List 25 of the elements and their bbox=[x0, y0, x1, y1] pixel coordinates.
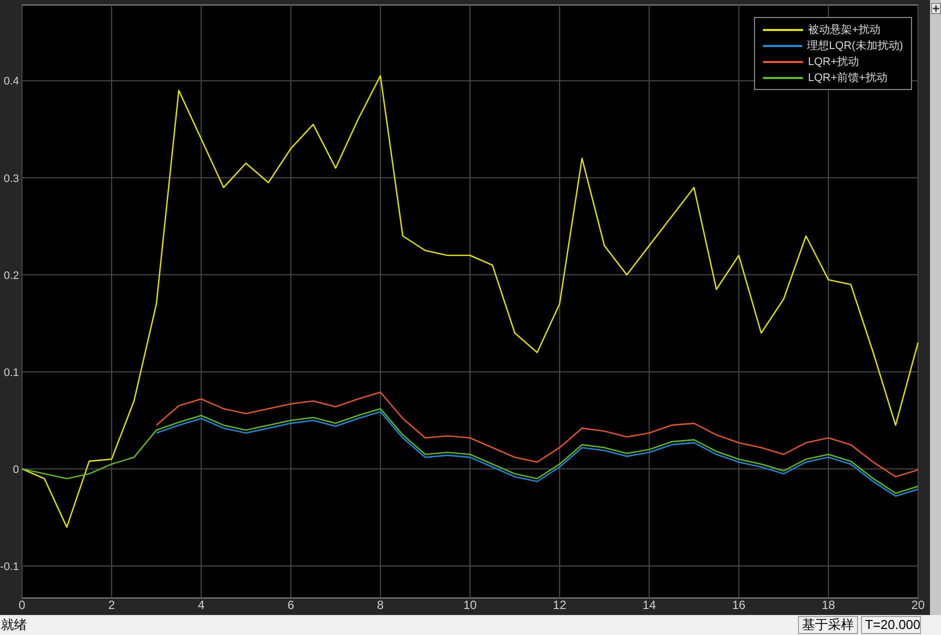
y-tick-label: 0.4 bbox=[4, 76, 19, 88]
x-tick-label: 20 bbox=[911, 598, 925, 612]
sample-mode-label: 基于采样 bbox=[798, 616, 858, 634]
simulation-time: T=20.000 bbox=[861, 616, 921, 634]
legend-label: 被动悬架+扰动 bbox=[808, 22, 880, 36]
x-tick-label: 12 bbox=[552, 598, 566, 612]
x-tick-label: 14 bbox=[642, 598, 656, 612]
legend-label: LQR+前馈+扰动 bbox=[808, 70, 888, 84]
x-tick-label: 2 bbox=[108, 598, 115, 612]
x-tick-label: 6 bbox=[287, 598, 294, 612]
x-tick-label: 16 bbox=[732, 598, 746, 612]
y-tick-label: 0.3 bbox=[4, 172, 19, 185]
legend-label: LQR+扰动 bbox=[808, 54, 860, 68]
x-tick-label: 18 bbox=[822, 598, 836, 612]
legend-label: 理想LQR(未加扰动) bbox=[807, 38, 903, 52]
x-tick-label: 0 bbox=[18, 598, 26, 612]
y-tick-label: 0.2 bbox=[4, 270, 19, 282]
x-tick-label: 8 bbox=[377, 598, 384, 612]
x-tick-label: 10 bbox=[463, 598, 477, 612]
y-tick-label: -0.1 bbox=[0, 560, 19, 573]
expand-icon[interactable] bbox=[930, 3, 940, 14]
y-tick-label: 0.1 bbox=[4, 366, 19, 379]
status-message: 就绪 bbox=[0, 616, 27, 634]
y-tick-label: 0 bbox=[12, 464, 19, 476]
x-tick-label: 4 bbox=[198, 598, 205, 612]
